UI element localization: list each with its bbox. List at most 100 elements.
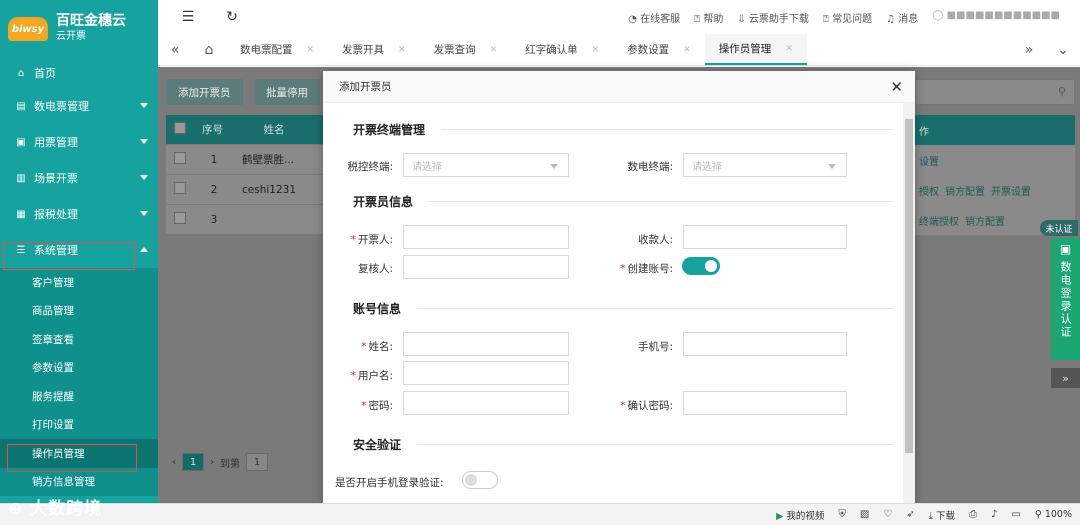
image-icon[interactable]: ▨	[860, 509, 869, 520]
issue-settings-link[interactable]: 开票设置	[991, 183, 1031, 198]
close-icon[interactable]: ✕	[683, 45, 691, 55]
confirm-password-label-text: 确认密码:	[627, 400, 673, 412]
tab-digital-config[interactable]: 数电票配置 ✕	[226, 34, 328, 65]
row-name: ceshi1231	[242, 183, 296, 196]
sidebar-item-signature[interactable]: 签章查看	[0, 325, 158, 354]
download-label: 下载	[935, 510, 955, 522]
watermark: ⊕ 大数跨境	[8, 499, 103, 519]
confirm-password-input[interactable]	[683, 391, 847, 415]
divider	[429, 201, 893, 202]
sidebar-item-print[interactable]: 打印设置	[0, 411, 158, 440]
close-icon[interactable]: ✕	[490, 45, 498, 55]
expand-icon[interactable]: »	[1051, 368, 1080, 388]
download-assistant-link[interactable]: ⇩ 云票助手下载	[737, 10, 809, 25]
tab-issue[interactable]: 发票开具 ✕	[328, 34, 420, 65]
zoom-value: 100%	[1044, 509, 1072, 520]
search-input[interactable]: ⚲	[915, 79, 1075, 105]
payee-input[interactable]	[683, 225, 847, 249]
tab-red-confirm[interactable]: 红字确认单 ✕	[511, 34, 613, 65]
select-all-checkbox[interactable]	[174, 122, 186, 134]
sidebar-group-invoice[interactable]: ▤ 数电票管理	[0, 88, 158, 124]
goto-page-input[interactable]: 1	[246, 453, 268, 471]
my-video-button[interactable]: ▶ 我的视频	[776, 508, 824, 522]
row-checkbox[interactable]	[174, 212, 186, 224]
sidebar-item-product[interactable]: 商品管理	[0, 297, 158, 326]
tab-query[interactable]: 发票查询 ✕	[420, 34, 512, 65]
home-tab-icon[interactable]: ⌂	[192, 34, 226, 65]
scrollbar-thumb[interactable]	[905, 119, 913, 453]
dialog-scrollbar[interactable]	[903, 103, 915, 503]
issuer-label: * 开票人:	[323, 232, 393, 247]
sidebar-item-home[interactable]: ⌂ 首页	[0, 58, 158, 88]
tax-terminal-select[interactable]: 请选择	[403, 153, 569, 177]
tabs-scroll-left-icon[interactable]: «	[158, 34, 192, 65]
operations-row: 授权 销方配置 开票设置	[915, 175, 1075, 205]
issuer-input[interactable]	[403, 225, 569, 249]
faq-link[interactable]: ⍰ 常见问题	[823, 10, 872, 25]
create-account-label-text: 创建账号:	[627, 263, 673, 275]
sidebar-item-customer[interactable]: 客户管理	[0, 268, 158, 297]
authorize-link[interactable]: 授权	[919, 183, 939, 198]
prev-page-icon[interactable]: ‹	[172, 457, 176, 468]
download-button[interactable]: ⤓ 下载	[929, 508, 955, 522]
close-icon[interactable]: ✕	[398, 45, 406, 55]
sidebar-item-params[interactable]: 参数设置	[0, 354, 158, 383]
tab-params[interactable]: 参数设置 ✕	[613, 34, 705, 65]
heart-icon[interactable]: ♡	[883, 509, 892, 520]
row-number: 1	[210, 153, 218, 166]
settings-link[interactable]: 设置	[919, 153, 939, 168]
sidebar-group-ticket[interactable]: ▣ 用票管理	[0, 124, 158, 160]
close-icon[interactable]: ✕	[785, 44, 793, 54]
close-icon[interactable]: ✕	[592, 45, 600, 55]
zoom-control[interactable]: ⚲ 100%	[1035, 509, 1072, 520]
user-name: ■■■■■■■■■■■■	[946, 10, 1060, 21]
password-input[interactable]	[403, 391, 569, 415]
support-link[interactable]: ◔ 在线客服	[628, 10, 680, 25]
digital-terminal-select[interactable]: 请选择	[683, 153, 847, 177]
refresh-icon[interactable]: ↻	[222, 9, 242, 25]
messages-link[interactable]: ♫ 消息	[886, 10, 918, 25]
sidebar-item-reminder[interactable]: 服务提醒	[0, 382, 158, 411]
chevron-down-icon	[140, 175, 148, 180]
phone-input[interactable]	[683, 332, 847, 356]
watermark-text: 大数跨境	[30, 499, 103, 519]
reviewer-input[interactable]	[403, 255, 569, 279]
required-mark: *	[361, 341, 367, 353]
close-icon[interactable]: ✕	[307, 45, 315, 55]
tab-bar: « ⌂ 数电票配置 ✕ 发票开具 ✕ 发票查询 ✕ 红字确认单 ✕ 参数设置 ✕ 操作员管…	[158, 34, 1080, 66]
row-checkbox[interactable]	[174, 182, 186, 194]
sms-login-toggle[interactable]	[462, 471, 498, 489]
tabs-scroll-right-icon[interactable]: »	[1012, 34, 1046, 65]
help-link[interactable]: ⍰ 帮助	[694, 10, 723, 25]
name-input[interactable]	[403, 332, 569, 356]
name-label-text: 姓名:	[368, 341, 393, 353]
sidebar-group-scene[interactable]: ▥ 场景开票	[0, 160, 158, 196]
shield-icon[interactable]: ⛨	[838, 509, 846, 520]
page-button[interactable]: 1	[182, 453, 204, 471]
chevron-down-icon[interactable]: ⌄	[1046, 34, 1080, 65]
rocket-icon[interactable]: ➶	[906, 509, 914, 520]
user-menu[interactable]: ◯ ■■■■■■■■■■■■	[932, 10, 1060, 25]
issuer-label-text: 开票人:	[357, 234, 393, 246]
close-icon[interactable]: ✕	[890, 78, 903, 96]
select-placeholder: 请选择	[692, 161, 722, 173]
digital-terminal-label: 数电终端:	[627, 161, 673, 173]
sound-icon[interactable]: ♪	[991, 509, 997, 520]
terminal-auth-link[interactable]: 终端授权	[919, 213, 959, 228]
batch-disable-button[interactable]: 批量停用	[254, 79, 320, 105]
next-page-icon[interactable]: ›	[210, 457, 214, 468]
username-input[interactable]	[403, 361, 569, 385]
create-account-toggle[interactable]	[682, 257, 720, 275]
print-icon[interactable]: ⎙	[969, 509, 977, 520]
seller-config-link[interactable]: 销方配置	[945, 183, 985, 198]
seller-config-link[interactable]: 销方配置	[965, 213, 1005, 228]
ticket-icon: ▣	[16, 136, 26, 148]
reviewer-label: 复核人:	[357, 263, 393, 275]
menu-toggle-icon[interactable]: ☰	[178, 9, 198, 25]
add-issuer-button[interactable]: 添加开票员	[166, 79, 243, 105]
sidebar-group-tax[interactable]: ▦ 报税处理	[0, 196, 158, 232]
row-checkbox[interactable]	[174, 152, 186, 164]
window-icon[interactable]: ▭	[1011, 509, 1020, 520]
digital-login-auth-button[interactable]: ▣ 数电登录认证	[1051, 238, 1080, 360]
tab-operator[interactable]: 操作员管理 ✕	[704, 34, 807, 65]
